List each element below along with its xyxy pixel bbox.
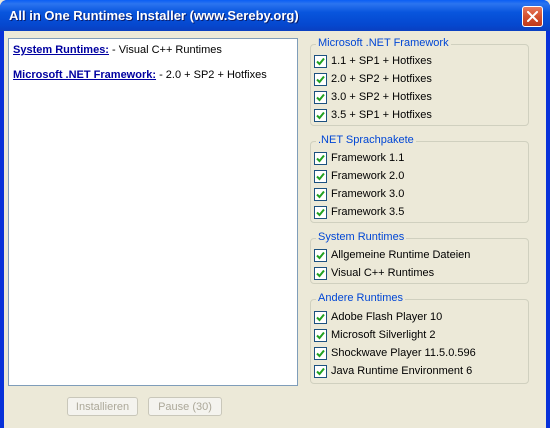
group-title: .NET Sprachpakete	[316, 134, 416, 147]
summary-line-dotnet: Microsoft .NET Framework: - 2.0 + SP2 + …	[13, 69, 293, 84]
checkmark-icon	[316, 367, 325, 375]
checkbox-box[interactable]	[314, 205, 327, 219]
checkmark-icon	[316, 251, 325, 259]
checkbox-net-3-5[interactable]: 3.5 + SP1 + Hotfixes	[314, 108, 432, 122]
checkbox-box[interactable]	[314, 187, 327, 201]
checkbox-label: 3.0 + SP2 + Hotfixes	[331, 91, 432, 103]
checkbox-label: Framework 3.0	[331, 188, 405, 200]
checkbox-shockwave-player[interactable]: Shockwave Player 11.5.0.596	[314, 346, 476, 360]
group-other-runtimes: Andere Runtimes Adobe Flash Player 10 Mi…	[310, 292, 529, 384]
checkbox-flash-player[interactable]: Adobe Flash Player 10	[314, 310, 442, 324]
checkbox-box[interactable]	[314, 72, 327, 86]
checkbox-common-runtime-files[interactable]: Allgemeine Runtime Dateien	[314, 248, 470, 262]
install-button[interactable]: Installieren	[67, 397, 138, 416]
checkbox-box[interactable]	[314, 108, 327, 122]
checkbox-box[interactable]	[314, 248, 327, 262]
checkmark-icon	[316, 154, 325, 162]
checkmark-icon	[316, 190, 325, 198]
checkbox-box[interactable]	[314, 364, 327, 378]
checkbox-label: Adobe Flash Player 10	[331, 311, 443, 323]
checkbox-label: Java Runtime Environment 6	[331, 365, 473, 377]
checkmark-icon	[316, 93, 325, 101]
checkbox-visual-cpp-runtimes[interactable]: Visual C++ Runtimes	[314, 266, 434, 280]
checkmark-icon	[316, 331, 325, 339]
checkbox-box[interactable]	[314, 346, 327, 360]
dialog-body: System Runtimes: - Visual C++ Runtimes M…	[4, 31, 546, 428]
checkbox-box[interactable]	[314, 266, 327, 280]
checkbox-label: 1.1 + SP1 + Hotfixes	[331, 55, 432, 67]
checkbox-box[interactable]	[314, 151, 327, 165]
checkbox-java-runtime[interactable]: Java Runtime Environment 6	[314, 364, 472, 378]
checkbox-label: 2.0 + SP2 + Hotfixes	[331, 73, 432, 85]
checkbox-box[interactable]	[314, 54, 327, 68]
checkmark-icon	[316, 349, 325, 357]
group-title: Microsoft .NET Framework	[316, 37, 451, 50]
summary-detail: - 2.0 + SP2 + Hotfixes	[156, 69, 267, 81]
selection-summary: System Runtimes: - Visual C++ Runtimes M…	[8, 38, 298, 386]
checkmark-icon	[316, 111, 325, 119]
close-button[interactable]	[522, 6, 543, 27]
window-title: All in One Runtimes Installer (www.Sereb…	[9, 8, 299, 23]
checkbox-silverlight[interactable]: Microsoft Silverlight 2	[314, 328, 436, 342]
checkbox-label: Shockwave Player 11.5.0.596	[331, 347, 476, 359]
checkbox-box[interactable]	[314, 310, 327, 324]
checkbox-framework-3-5[interactable]: Framework 3.5	[314, 205, 404, 219]
summary-line-system: System Runtimes: - Visual C++ Runtimes	[13, 44, 293, 59]
checkmark-icon	[316, 57, 325, 65]
checkbox-label: Framework 1.1	[331, 152, 405, 164]
checkbox-label: Visual C++ Runtimes	[331, 267, 435, 279]
checkmark-icon	[316, 75, 325, 83]
checkbox-label: Allgemeine Runtime Dateien	[331, 249, 471, 261]
close-icon	[527, 11, 538, 22]
pause-button[interactable]: Pause (30)	[148, 397, 222, 416]
checkmark-icon	[316, 208, 325, 216]
checkbox-label: Framework 2.0	[331, 170, 405, 182]
group-net-framework: Microsoft .NET Framework 1.1 + SP1 + Hot…	[310, 37, 529, 126]
checkbox-box[interactable]	[314, 328, 327, 342]
summary-link-system-runtimes[interactable]: System Runtimes:	[13, 44, 109, 56]
checkbox-box[interactable]	[314, 169, 327, 183]
checkbox-framework-1-1[interactable]: Framework 1.1	[314, 151, 404, 165]
checkbox-net-1-1[interactable]: 1.1 + SP1 + Hotfixes	[314, 54, 432, 68]
installer-window: All in One Runtimes Installer (www.Sereb…	[0, 0, 550, 428]
checkbox-framework-3-0[interactable]: Framework 3.0	[314, 187, 404, 201]
summary-detail: - Visual C++ Runtimes	[108, 44, 222, 56]
checkmark-icon	[316, 269, 325, 277]
checkbox-label: Framework 3.5	[331, 206, 405, 218]
checkbox-label: Microsoft Silverlight 2	[331, 329, 436, 341]
group-title: Andere Runtimes	[316, 292, 405, 305]
checkmark-icon	[316, 172, 325, 180]
checkbox-box[interactable]	[314, 90, 327, 104]
checkbox-label: 3.5 + SP1 + Hotfixes	[331, 109, 432, 121]
group-system-runtimes: System Runtimes Allgemeine Runtime Datei…	[310, 231, 529, 284]
title-bar[interactable]: All in One Runtimes Installer (www.Sereb…	[0, 0, 550, 31]
group-language-packs: .NET Sprachpakete Framework 1.1 Framewor…	[310, 134, 529, 223]
checkmark-icon	[316, 313, 325, 321]
summary-link-dotnet-framework[interactable]: Microsoft .NET Framework:	[13, 69, 156, 81]
group-title: System Runtimes	[316, 231, 407, 244]
checkbox-net-3-0[interactable]: 3.0 + SP2 + Hotfixes	[314, 90, 432, 104]
checkbox-framework-2-0[interactable]: Framework 2.0	[314, 169, 404, 183]
checkbox-net-2-0[interactable]: 2.0 + SP2 + Hotfixes	[314, 72, 432, 86]
